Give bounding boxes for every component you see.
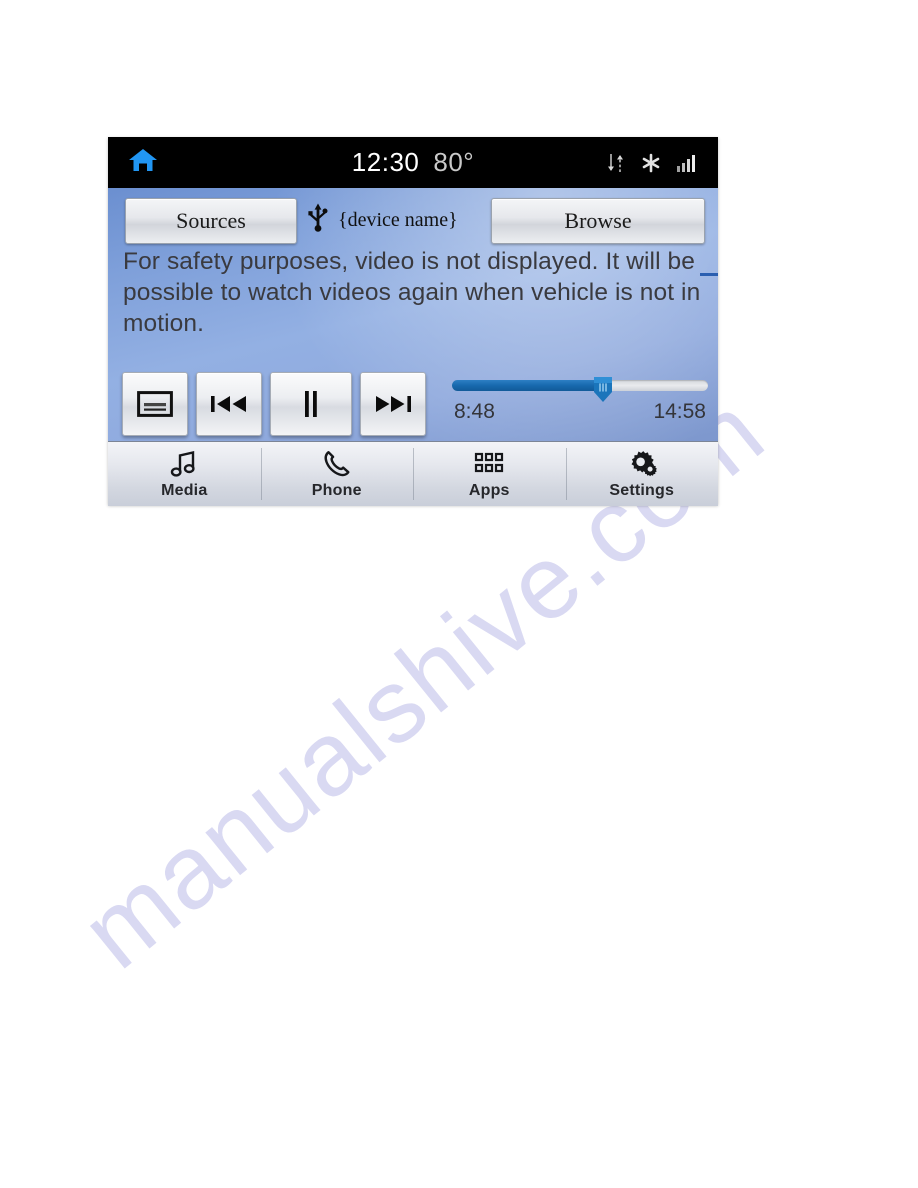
nav-item-phone[interactable]: Phone [260, 442, 414, 506]
browse-button[interactable]: Browse [491, 198, 705, 244]
nav-label-phone: Phone [311, 481, 362, 499]
data-transfer-icon [606, 152, 626, 174]
nav-label-apps: Apps [468, 481, 510, 499]
music-note-icon [169, 449, 199, 479]
safety-message: For safety purposes, video is not displa… [123, 248, 701, 337]
usb-icon [308, 203, 328, 238]
status-bar: 12:30 80° [108, 137, 718, 188]
connected-device-info: {device name} [308, 200, 458, 240]
head-unit-screen: 12:30 80° Sources {device name} Browse F… [108, 137, 718, 506]
device-name-label: {device name} [338, 208, 458, 231]
playback-controls [122, 372, 426, 436]
pause-button[interactable] [270, 372, 352, 436]
previous-track-icon [210, 393, 248, 415]
status-temperature: 80° [433, 147, 475, 177]
gears-icon [626, 449, 658, 479]
next-track-button[interactable] [360, 372, 426, 436]
status-icon-group [606, 152, 698, 174]
subtitles-button[interactable] [122, 372, 188, 436]
seek-bar-area: 8:48 14:58 [452, 377, 708, 426]
subtitles-icon [137, 391, 173, 417]
pause-icon [301, 390, 321, 418]
nav-item-apps[interactable]: Apps [413, 442, 566, 506]
apps-grid-icon [474, 449, 504, 479]
nav-label-settings: Settings [609, 481, 675, 499]
bottom-nav-bar: Media Phone Apps Settings [108, 441, 718, 506]
signal-bars-icon [676, 153, 698, 173]
nav-label-media: Media [161, 481, 208, 499]
media-toolbar: Sources {device name} Browse [108, 188, 718, 245]
snowflake-icon [640, 152, 662, 174]
seek-time-labels: 8:48 14:58 [452, 400, 708, 426]
nav-item-settings[interactable]: Settings [565, 442, 719, 506]
phone-handset-icon [322, 449, 352, 479]
elapsed-time: 8:48 [454, 400, 495, 423]
next-track-icon [374, 393, 412, 415]
seek-bar-fill [452, 380, 604, 391]
media-panel: Sources {device name} Browse For safety … [108, 188, 718, 441]
seek-bar[interactable] [452, 377, 708, 402]
total-time: 14:58 [653, 400, 706, 423]
sources-button[interactable]: Sources [125, 198, 297, 244]
callout-line [700, 273, 718, 276]
nav-item-media[interactable]: Media [108, 442, 261, 506]
status-clock: 12:30 [351, 147, 420, 177]
previous-track-button[interactable] [196, 372, 262, 436]
